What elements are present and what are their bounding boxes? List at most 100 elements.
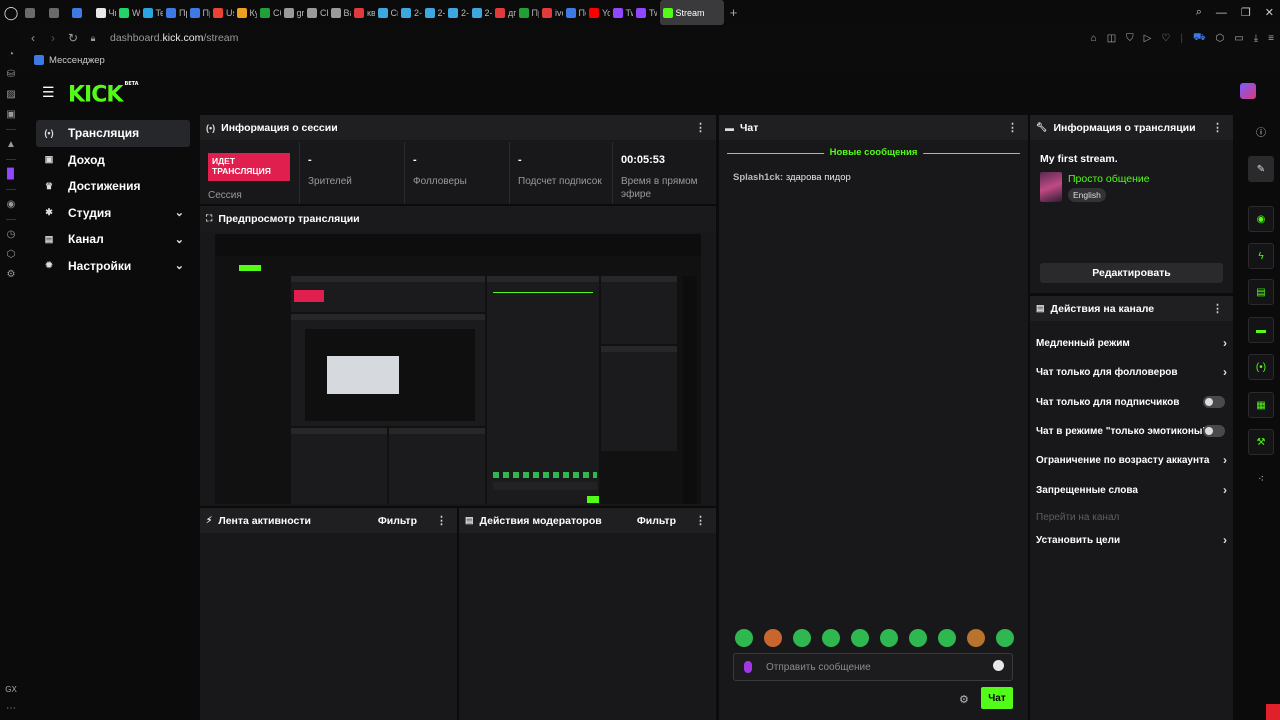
- chevron-down-icon[interactable]: ⌄: [175, 259, 184, 272]
- tab-stream[interactable]: Stream: [659, 0, 724, 25]
- toggle-switch[interactable]: [1203, 425, 1225, 437]
- hamburger-menu-icon[interactable]: ☰: [42, 84, 55, 101]
- browser-tab[interactable]: Пр: [163, 0, 187, 25]
- my-flow-icon[interactable]: ▨: [6, 89, 15, 100]
- chat-icon[interactable]: ▬: [1248, 317, 1274, 343]
- heart-icon[interactable]: ♡: [1161, 33, 1170, 44]
- emote-icon[interactable]: [880, 629, 898, 647]
- browser-tab[interactable]: [69, 0, 93, 25]
- restore-button[interactable]: ❐: [1241, 6, 1251, 19]
- reload-button[interactable]: ↻: [64, 31, 82, 45]
- edit-stream-button[interactable]: Редактировать: [1040, 263, 1223, 283]
- browser-tab[interactable]: [46, 0, 70, 25]
- easy-setup-icon[interactable]: ≡: [1268, 33, 1274, 44]
- layout-icon[interactable]: ▦: [1248, 392, 1274, 418]
- nav-item[interactable]: ▣ Доход: [36, 147, 190, 174]
- user-avatar[interactable]: [1240, 83, 1256, 99]
- kebab-menu-icon[interactable]: ⋮: [695, 121, 706, 134]
- send-chat-button[interactable]: Чат: [981, 687, 1013, 709]
- crypto-wallet-icon[interactable]: ⛁: [7, 69, 15, 80]
- twitch-icon[interactable]: ▉: [7, 169, 15, 180]
- stream-category[interactable]: Просто общение: [1068, 173, 1150, 185]
- edit-icon[interactable]: ✎: [1248, 156, 1274, 182]
- emoji-icon[interactable]: [993, 660, 1004, 671]
- new-tab-button[interactable]: +: [727, 5, 741, 20]
- lightning-icon[interactable]: ϟ: [1248, 243, 1274, 269]
- search-tabs-icon[interactable]: ⌕: [1196, 6, 1202, 19]
- browser-tab[interactable]: Wh: [116, 0, 140, 25]
- settings-icon[interactable]: ⚙: [7, 269, 16, 280]
- close-window-button[interactable]: ✕: [1265, 6, 1274, 19]
- url-field[interactable]: dashboard.kick.com/stream: [110, 32, 238, 44]
- bookmark-messenger[interactable]: Мессенджер: [49, 55, 105, 66]
- messenger-icon[interactable]: ▣: [6, 109, 15, 120]
- bookmark-icon[interactable]: ⌂: [1091, 33, 1097, 44]
- browser-tab[interactable]: По: [563, 0, 586, 25]
- kebab-menu-icon[interactable]: ⋮: [1007, 121, 1018, 134]
- toggle-switch[interactable]: [1203, 396, 1225, 408]
- snapshot-icon[interactable]: ◫: [1107, 33, 1116, 44]
- chat-settings-icon[interactable]: ⚙: [959, 693, 969, 706]
- emote-icon[interactable]: [764, 629, 782, 647]
- emote-icon[interactable]: [967, 629, 985, 647]
- broadcast-icon[interactable]: (•): [1248, 354, 1274, 380]
- kebab-menu-icon[interactable]: ⋮: [1212, 302, 1223, 315]
- emote-icon[interactable]: [793, 629, 811, 647]
- filter-button[interactable]: Фильтр: [637, 515, 676, 527]
- channel-action-item[interactable]: Чат только для подписчиков: [1036, 393, 1227, 411]
- document-icon[interactable]: ▤: [1248, 279, 1274, 305]
- browser-tab[interactable]: gro: [281, 0, 304, 25]
- emote-icon[interactable]: [909, 629, 927, 647]
- channel-action-item[interactable]: Чат только для фолловеров ›: [1036, 363, 1227, 381]
- aria-icon[interactable]: ◔: [8, 49, 14, 60]
- download-icon[interactable]: ⤓: [1254, 33, 1258, 44]
- emote-icon[interactable]: [938, 629, 956, 647]
- kebab-menu-icon[interactable]: ⋮: [1212, 121, 1223, 134]
- kebab-menu-icon[interactable]: ⋮: [695, 514, 706, 527]
- player-icon[interactable]: ◉: [7, 199, 16, 210]
- browser-tab[interactable]: 2-к: [469, 0, 492, 25]
- browser-tab[interactable]: Сбе: [257, 0, 281, 25]
- emote-icon[interactable]: [996, 629, 1014, 647]
- channel-action-item[interactable]: Ограничение по возрасту аккаунта ›: [1036, 451, 1227, 469]
- wrench-icon[interactable]: ⚒: [1248, 429, 1274, 455]
- play-icon[interactable]: ▷: [1144, 33, 1152, 44]
- emote-icon[interactable]: [851, 629, 869, 647]
- aria-ai-icon[interactable]: ▲: [6, 139, 16, 150]
- browser-tab[interactable]: Кур: [234, 0, 257, 25]
- nav-item[interactable]: ▤ Канал ⌄: [36, 226, 190, 253]
- more-icon[interactable]: ⋯: [6, 703, 16, 714]
- channel-action-item[interactable]: Медленный режим ›: [1036, 334, 1227, 352]
- stream-preview-video[interactable]: [215, 234, 701, 504]
- browser-tab[interactable]: Ваш: [328, 0, 351, 25]
- browser-tab[interactable]: Пр: [516, 0, 539, 25]
- nav-item[interactable]: ✱ Студия ⌄: [36, 200, 190, 227]
- chat-input[interactable]: Отправить сообщение: [733, 653, 1013, 681]
- emote-icon[interactable]: [822, 629, 840, 647]
- opera-menu-icon[interactable]: ◯: [0, 0, 22, 25]
- browser-tab[interactable]: 2-к: [445, 0, 469, 25]
- browser-tab[interactable]: [22, 0, 46, 25]
- filter-button[interactable]: Фильтр: [378, 515, 417, 527]
- nav-item[interactable]: ✹ Настройки ⌄: [36, 253, 190, 280]
- adblock-icon[interactable]: ⛉: [1126, 33, 1134, 44]
- chevron-down-icon[interactable]: ⌄: [175, 233, 184, 246]
- camera-icon[interactable]: ◉: [1248, 206, 1274, 232]
- history-icon[interactable]: ◷: [7, 229, 16, 240]
- wallet-icon[interactable]: ▭: [1234, 33, 1243, 44]
- browser-tab[interactable]: You: [586, 0, 610, 25]
- browser-tab[interactable]: 2-к: [422, 0, 445, 25]
- browser-tab[interactable]: Чи: [93, 0, 116, 25]
- nav-item[interactable]: ♛ Достижения: [36, 173, 190, 200]
- back-button[interactable]: ‹: [24, 31, 42, 45]
- mic-icon[interactable]: [744, 661, 752, 673]
- browser-tab[interactable]: Twi: [633, 0, 657, 25]
- browser-tab[interactable]: 2-к: [398, 0, 422, 25]
- browser-tab[interactable]: Use: [210, 0, 234, 25]
- kebab-menu-icon[interactable]: ⋮: [436, 514, 447, 527]
- browser-tab[interactable]: Ch: [304, 0, 328, 25]
- extensions-icon[interactable]: ⬡: [1216, 33, 1225, 44]
- chat-username[interactable]: Splash1ck:: [733, 172, 783, 183]
- browser-tab[interactable]: ivc: [539, 0, 563, 25]
- extensions-icon[interactable]: ⬡: [7, 249, 16, 260]
